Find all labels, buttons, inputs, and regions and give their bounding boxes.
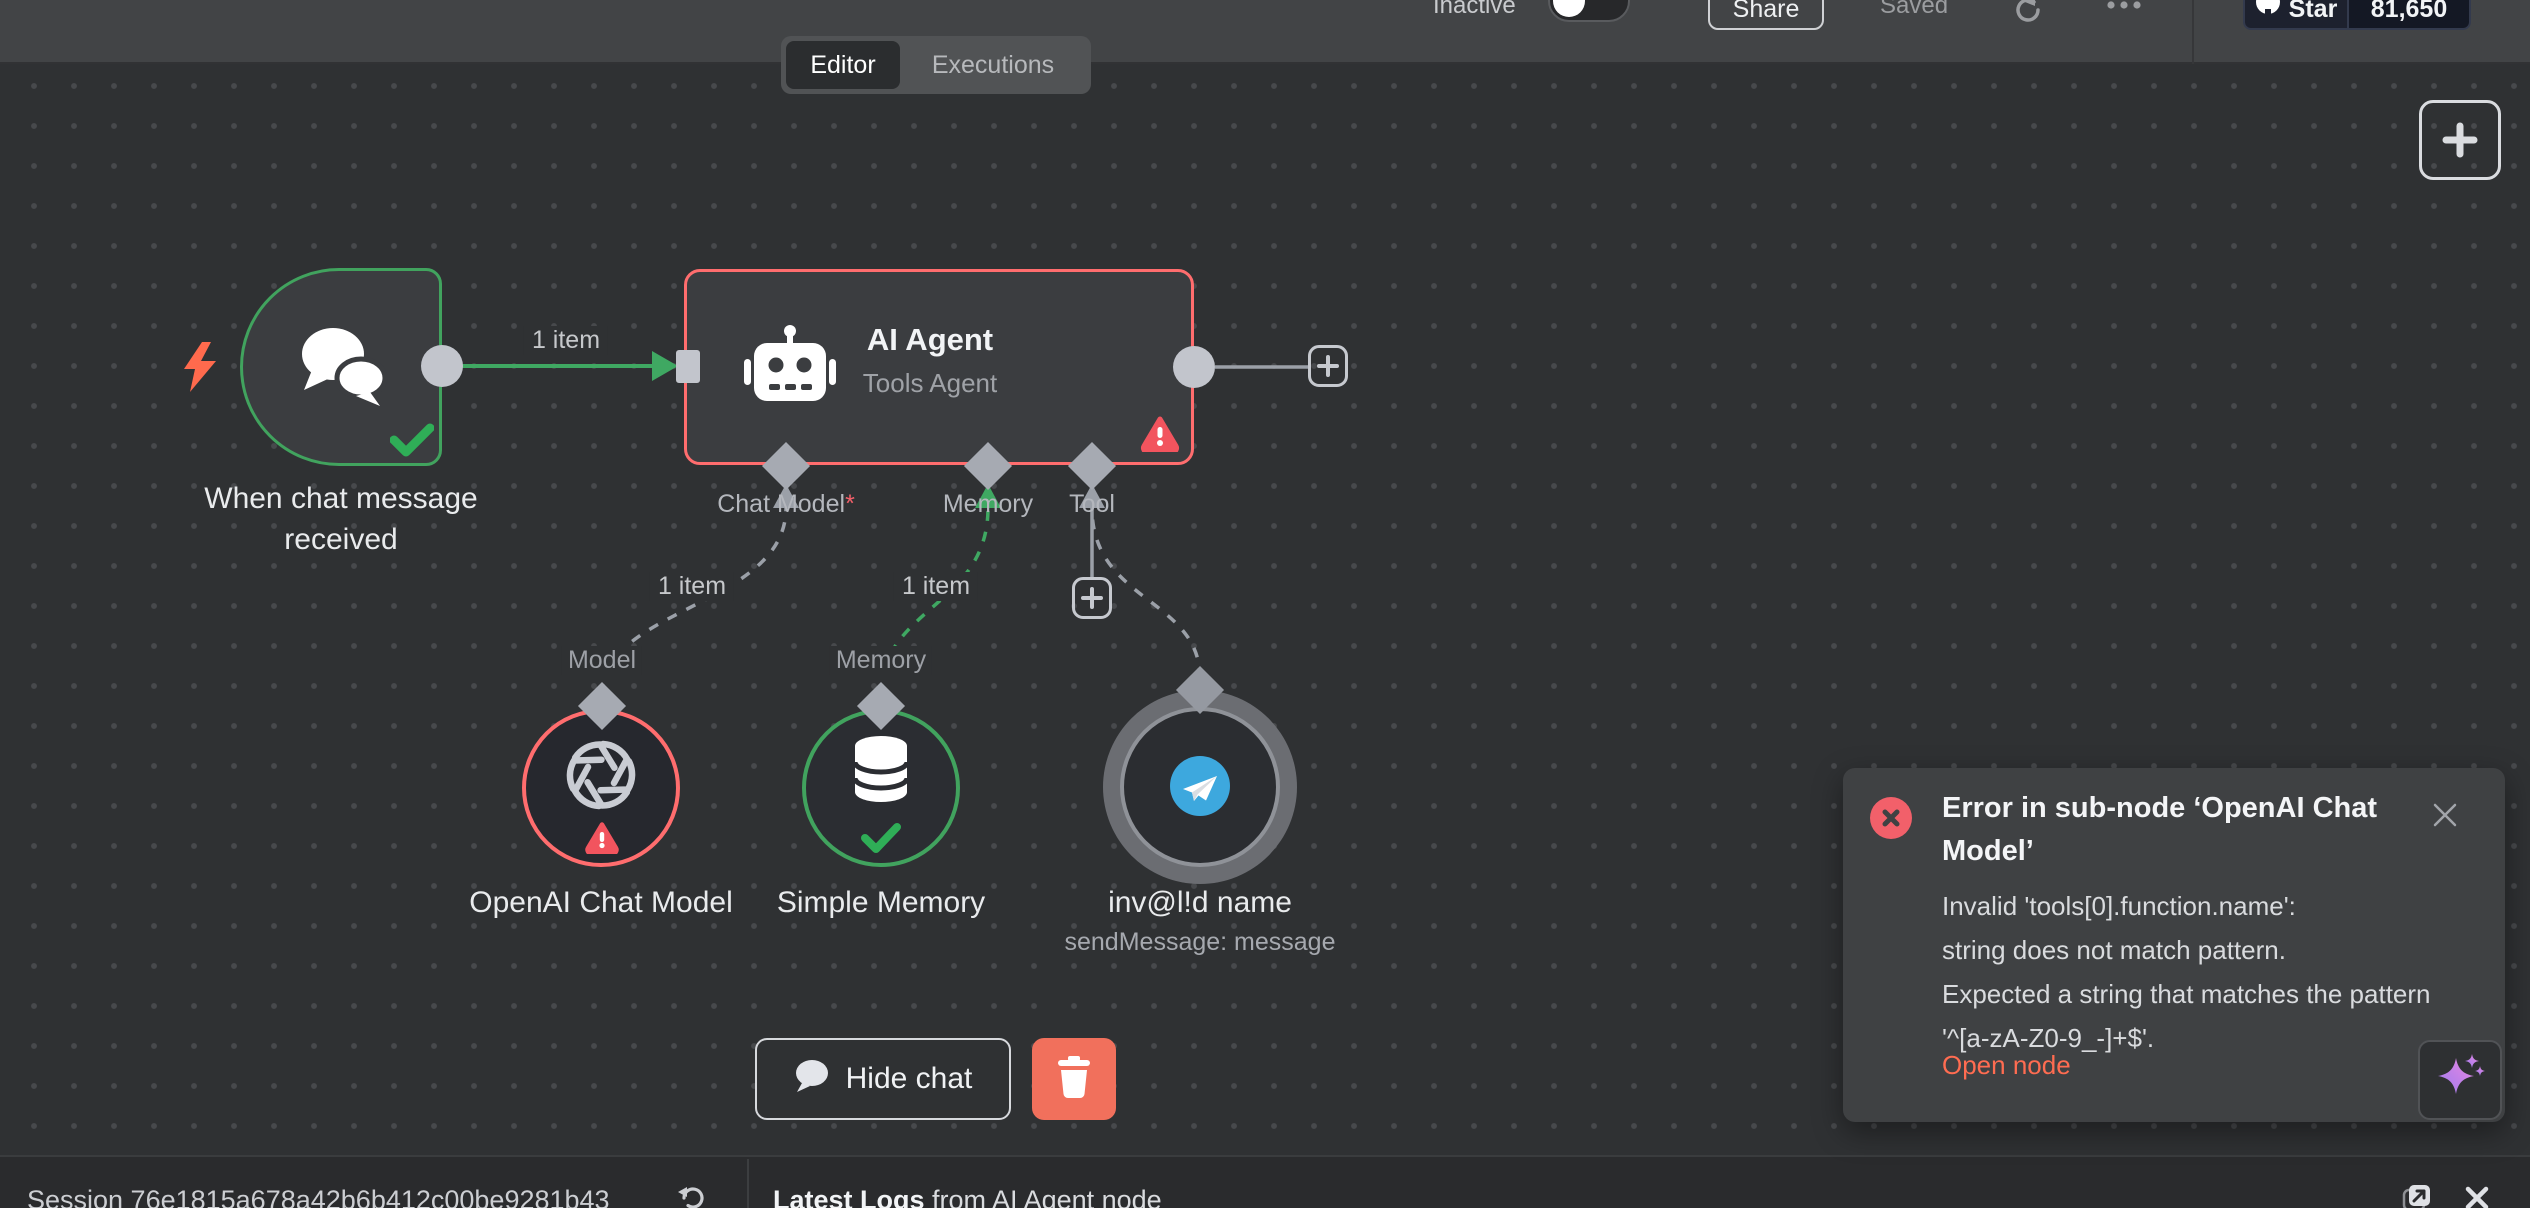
hide-chat-label: Hide chat [846, 1062, 973, 1096]
toast-message: Invalid 'tools[0].function.name': string… [1942, 884, 2447, 1060]
pop-out-panel-icon[interactable] [2402, 1182, 2432, 1208]
robot-icon [742, 322, 838, 417]
openai-warning-icon [583, 820, 621, 859]
add-next-node-button[interactable] [1308, 345, 1348, 387]
toast-message-line: Expected a string that matches the patte… [1942, 972, 2447, 1060]
model-edge-items-count: 1 item [650, 572, 734, 601]
github-star-button[interactable]: Star 81,650 [2243, 0, 2471, 30]
workflow-header: Inactive Share Saved [0, 0, 2530, 64]
github-star-main[interactable]: Star [2245, 0, 2347, 28]
chat-bubble-icon [794, 1058, 830, 1100]
share-label: Share [1733, 0, 1800, 24]
openai-logo-icon [564, 738, 638, 817]
saved-status: Saved [1880, 0, 1948, 20]
session-id: Session 76e1815a678a42b6b412c00be9281b43 [27, 1185, 610, 1208]
memory-connector-label: Memory [943, 490, 1033, 519]
trash-icon [1055, 1056, 1093, 1103]
toast-title: Error in sub-node ‘OpenAI Chat Model’ [1942, 787, 2404, 873]
trigger-output-port[interactable] [421, 345, 463, 387]
add-tool-button[interactable] [1072, 577, 1112, 619]
open-node-link[interactable]: Open node [1942, 1050, 2071, 1081]
memory-success-check-icon [861, 822, 901, 859]
database-icon [850, 735, 912, 810]
history-icon[interactable] [2012, 0, 2044, 31]
required-asterisk: * [845, 490, 855, 518]
agent-node-text: AI Agent Tools Agent [820, 322, 1040, 399]
header-divider [2192, 0, 2194, 64]
github-icon [2255, 0, 2281, 24]
latest-logs-title: Latest Logs from AI Agent node [773, 1185, 1162, 1208]
github-star-count: 81,650 [2347, 0, 2469, 28]
chat-model-connector-label: Chat Model* [717, 490, 855, 519]
tab-editor[interactable]: Editor [786, 41, 900, 89]
n8n-workflow-editor: When chat message received 1 item AI Age… [0, 0, 2530, 1208]
activation-toggle[interactable] [1548, 0, 1630, 22]
close-panel-icon[interactable] [2463, 1184, 2491, 1208]
toast-message-line: string does not match pattern. [1942, 928, 2447, 972]
delete-chat-button[interactable] [1032, 1038, 1116, 1120]
model-endpoint-label: Model [562, 646, 642, 675]
more-options-icon[interactable] [2104, 0, 2144, 17]
agent-node-subtitle: Tools Agent [820, 368, 1040, 399]
tab-executions[interactable]: Executions [900, 41, 1086, 89]
chat-model-label-text: Chat Model [717, 490, 845, 518]
agent-output-port[interactable] [1173, 346, 1215, 388]
agent-warning-icon [1139, 414, 1181, 457]
trigger-success-check-icon [390, 422, 434, 463]
agent-input-port[interactable] [676, 350, 700, 383]
activation-label: Inactive [1433, 0, 1516, 20]
toast-message-line: Invalid 'tools[0].function.name': [1942, 884, 2447, 928]
telegram-node-operation: sendMessage: message [1040, 928, 1360, 957]
restart-session-icon[interactable] [678, 1183, 708, 1208]
logs-panel-header: Session 76e1815a678a42b6b412c00be9281b43… [0, 1155, 2530, 1208]
latest-logs-rest: from AI Agent node [925, 1185, 1162, 1208]
star-label: Star [2289, 0, 2338, 24]
hide-chat-button[interactable]: Hide chat [755, 1038, 1011, 1120]
edge-items-count: 1 item [524, 326, 608, 355]
share-button[interactable]: Share [1708, 0, 1824, 30]
logbar-divider [747, 1159, 749, 1208]
openai-node-label: OpenAI Chat Model [441, 882, 761, 923]
memory-endpoint-label: Memory [830, 646, 932, 675]
latest-logs-bold: Latest Logs [773, 1185, 925, 1208]
memory-edge-items-count: 1 item [894, 572, 978, 601]
telegram-icon [1170, 756, 1230, 821]
agent-node-title: AI Agent [820, 322, 1040, 358]
trigger-bolt-icon [182, 342, 218, 397]
error-circle-icon [1870, 797, 1912, 839]
ai-assistant-button[interactable] [2418, 1040, 2502, 1120]
sparkle-icon [2429, 1047, 2491, 1114]
telegram-node-label: inv@l!d name [1040, 882, 1360, 923]
chat-bubbles-icon [287, 312, 397, 421]
trigger-node-label: When chat message received [181, 478, 501, 560]
add-node-button[interactable] [2419, 100, 2501, 180]
tool-connector-label: Tool [1069, 490, 1115, 519]
memory-node-label: Simple Memory [721, 882, 1041, 923]
toast-close-icon[interactable] [2430, 800, 2460, 835]
view-tabs: Editor Executions [781, 36, 1091, 94]
toggle-knob [1553, 0, 1585, 17]
